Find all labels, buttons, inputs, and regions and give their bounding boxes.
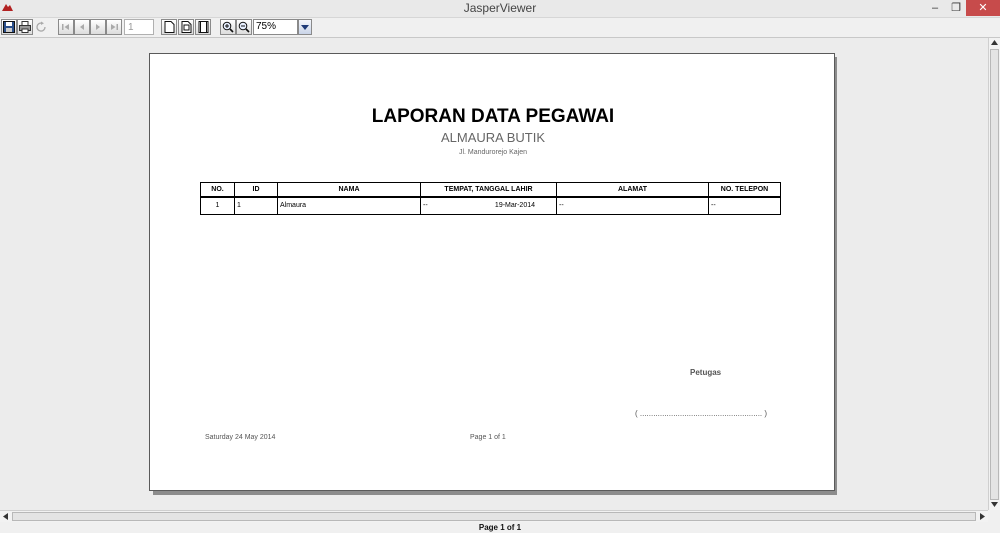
reload-button[interactable] (33, 19, 49, 35)
actual-size-button[interactable] (161, 19, 177, 35)
cell-tanggal-lahir: 19-Mar-2014 (494, 202, 535, 209)
report-title: LAPORAN DATA PEGAWAI (371, 106, 615, 127)
maximize-button[interactable]: ❐ (946, 0, 966, 16)
cell-no: 1 (200, 198, 235, 215)
horizontal-scroll-thumb[interactable] (12, 512, 976, 521)
vertical-scrollbar[interactable] (988, 38, 1000, 510)
report-page: LAPORAN DATA PEGAWAI ALMAURA BUTIK Jl. M… (149, 53, 835, 491)
column-header-nama: NAMA (277, 182, 421, 198)
scroll-right-icon[interactable] (980, 513, 985, 520)
footer-page-number: Page 1 of 1 (470, 434, 506, 441)
signature-line: ( ......................................… (635, 409, 768, 418)
actual-size-page-icon (164, 21, 174, 33)
cell-tempat: -- (423, 202, 428, 209)
first-page-icon (62, 24, 69, 30)
floppy-disk-icon (3, 21, 15, 33)
fit-page-icon (181, 21, 191, 33)
fit-width-icon (198, 21, 208, 33)
column-header-id: ID (234, 182, 278, 198)
column-header-no: NO. (200, 182, 235, 198)
zoom-out-icon (238, 21, 250, 33)
previous-page-button[interactable] (74, 19, 90, 35)
petugas-label: Petugas (690, 368, 722, 377)
print-button[interactable] (17, 19, 33, 35)
horizontal-scrollbar[interactable] (0, 510, 988, 522)
report-subtitle: ALMAURA BUTIK (440, 130, 546, 145)
column-header-no-telepon: NO. TELEPON (708, 182, 781, 198)
first-page-button[interactable] (58, 19, 74, 35)
fit-width-button[interactable] (195, 19, 211, 35)
cell-no-telepon: -- (708, 198, 781, 215)
zoom-dropdown-button[interactable] (298, 19, 312, 35)
column-header-tempat-tanggal-lahir: TEMPAT, TANGGAL LAHIR (420, 182, 557, 198)
column-header-alamat: ALAMAT (556, 182, 709, 198)
page-number-input[interactable] (124, 19, 154, 35)
close-button[interactable]: ✕ (966, 0, 1000, 16)
cell-id: 1 (234, 198, 278, 215)
report-address: Jl. Mandurorejo Kajen (458, 149, 528, 156)
printer-icon (19, 21, 31, 33)
minimize-button[interactable]: – (925, 0, 945, 16)
zoom-level-select[interactable]: 75% (253, 19, 298, 35)
footer-print-date: Saturday 24 May 2014 (205, 434, 276, 441)
title-bar: JasperViewer – ❐ ✕ (0, 0, 1000, 18)
fit-page-button[interactable] (178, 19, 194, 35)
previous-page-icon (80, 24, 84, 30)
next-page-icon (96, 24, 100, 30)
vertical-scroll-thumb[interactable] (990, 49, 999, 500)
zoom-out-button[interactable] (236, 19, 252, 35)
last-page-button[interactable] (106, 19, 122, 35)
scroll-left-icon[interactable] (3, 513, 8, 520)
last-page-icon (111, 24, 118, 30)
scroll-down-icon[interactable] (991, 502, 998, 507)
zoom-in-icon (222, 21, 234, 33)
cell-nama: Almaura (277, 198, 421, 215)
cell-alamat: -- (556, 198, 709, 215)
viewer-toolbar: 75% (0, 18, 1000, 38)
status-bar-page-info: Page 1 of 1 (0, 522, 1000, 533)
next-page-button[interactable] (90, 19, 106, 35)
chevron-down-icon (301, 24, 309, 30)
scroll-up-icon[interactable] (991, 40, 998, 45)
zoom-in-button[interactable] (220, 19, 236, 35)
cell-tempat-tanggal-lahir: -- 19-Mar-2014 (420, 198, 557, 215)
window-title: JasperViewer (463, 1, 537, 15)
save-button[interactable] (1, 19, 17, 35)
refresh-icon (36, 21, 46, 32)
